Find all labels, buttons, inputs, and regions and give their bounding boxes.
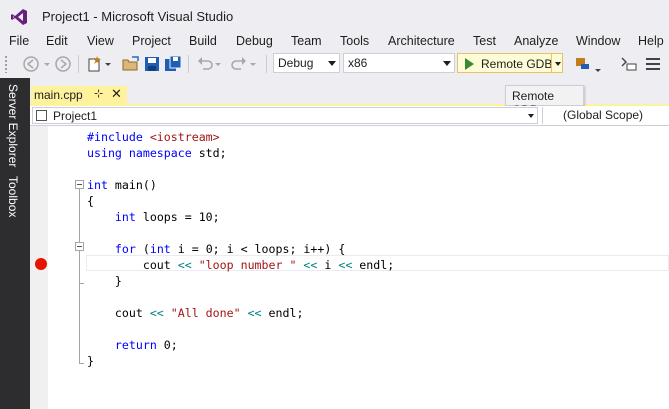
play-icon — [465, 58, 474, 70]
navigation-bar: Project1 (Global Scope) — [30, 106, 669, 126]
forward-icon[interactable] — [54, 55, 72, 73]
collapse-icon[interactable] — [75, 180, 84, 189]
menu-file[interactable]: File — [9, 32, 29, 50]
menu-edit[interactable]: Edit — [46, 32, 68, 50]
platform-value: x86 — [348, 56, 368, 70]
menu-architecture[interactable]: Architecture — [388, 32, 455, 50]
toolbox-tab[interactable]: Toolbox — [6, 176, 20, 217]
chevron-down-icon — [328, 61, 336, 66]
tooltip: Remote GDB — [505, 85, 584, 117]
menu-analyze[interactable]: Analyze — [514, 32, 558, 50]
side-tool-strip: Server Explorer Toolbox — [0, 78, 30, 409]
undo-dropdown-icon[interactable] — [214, 55, 222, 73]
open-folder-icon[interactable] — [122, 55, 140, 73]
menu-help[interactable]: Help — [638, 32, 664, 50]
fold-guide — [79, 189, 80, 363]
breakpoint-icon[interactable] — [35, 258, 47, 270]
menu-debug[interactable]: Debug — [236, 32, 273, 50]
menu-test[interactable]: Test — [473, 32, 496, 50]
code-line[interactable]: } — [87, 273, 122, 289]
save-icon[interactable] — [143, 55, 161, 73]
toolbar-grip[interactable] — [4, 55, 8, 73]
chevron-down-icon[interactable] — [555, 62, 561, 66]
menu-bar: File Edit View Project Build Debug Team … — [0, 32, 669, 50]
code-line[interactable]: { — [87, 193, 94, 209]
menu-team[interactable]: Team — [291, 32, 322, 50]
toolbar-separator — [266, 55, 267, 73]
remote-gdb-label: Remote GDB — [481, 57, 553, 71]
find-icon[interactable] — [574, 55, 592, 73]
undo-icon[interactable] — [196, 55, 214, 73]
new-project-icon[interactable] — [86, 55, 104, 73]
code-line[interactable]: #include <iostream> — [87, 129, 220, 145]
solution-explorer-icon[interactable] — [620, 55, 638, 73]
server-explorer-tab[interactable]: Server Explorer — [6, 84, 20, 167]
redo-dropdown-icon[interactable] — [249, 55, 257, 73]
chevron-down-icon — [528, 114, 534, 118]
split-divider — [551, 54, 552, 72]
code-line[interactable]: int main() — [87, 177, 157, 193]
menu-window[interactable]: Window — [576, 32, 620, 50]
configuration-value: Debug — [278, 56, 314, 70]
code-line[interactable]: for (int i = 0; i < loops; i++) { — [87, 241, 345, 257]
menu-build[interactable]: Build — [189, 32, 217, 50]
project-value: Project1 — [53, 109, 98, 123]
back-icon[interactable] — [22, 55, 40, 73]
code-line[interactable]: using namespace std; — [87, 145, 227, 161]
collapse-icon[interactable] — [75, 242, 84, 251]
new-project-dropdown-icon[interactable] — [104, 55, 112, 73]
window-title: Project1 - Microsoft Visual Studio — [42, 9, 234, 24]
redo-icon[interactable] — [230, 55, 248, 73]
code-line[interactable]: return 0; — [87, 337, 178, 353]
menu-view[interactable]: View — [87, 32, 114, 50]
menu-tools[interactable]: Tools — [340, 32, 369, 50]
fold-guide-end — [79, 363, 84, 364]
project-icon — [36, 110, 47, 121]
code-line[interactable]: cout << "All done" << endl; — [87, 305, 304, 321]
scope-value: (Global Scope) — [563, 108, 644, 122]
configuration-dropdown[interactable]: Debug — [273, 53, 340, 73]
close-icon[interactable]: ✕ — [111, 86, 122, 102]
code-line[interactable]: cout << "loop number " << i << endl; — [87, 257, 394, 273]
title-bar: Project1 - Microsoft Visual Studio — [0, 0, 669, 32]
tab-label: main.cpp — [34, 88, 83, 102]
fold-guide-end — [79, 283, 84, 284]
toolbox-menu-icon[interactable] — [644, 55, 662, 73]
save-all-icon[interactable] — [164, 55, 182, 73]
toolbar-separator — [188, 55, 189, 73]
vs-logo-icon — [11, 9, 27, 25]
code-editor[interactable]: #include <iostream> using namespace std; i… — [30, 126, 669, 409]
code-line[interactable]: } — [87, 353, 94, 369]
code-line[interactable]: int loops = 10; — [87, 209, 220, 225]
find-dropdown-icon[interactable] — [594, 55, 602, 73]
standard-toolbar: Debug x86 Remote GDB — [0, 50, 669, 78]
platform-dropdown[interactable]: x86 — [343, 53, 455, 73]
chevron-down-icon — [443, 61, 451, 66]
pin-icon[interactable]: ⊹ — [94, 87, 103, 100]
tab-main-cpp[interactable]: main.cpp ⊹ ✕ — [31, 86, 127, 104]
back-dropdown-icon[interactable] — [42, 55, 52, 73]
scope-dropdown[interactable]: (Global Scope) — [542, 107, 669, 124]
menu-project[interactable]: Project — [132, 32, 171, 50]
project-dropdown[interactable]: Project1 — [32, 107, 538, 124]
toolbar-separator — [78, 55, 79, 73]
remote-gdb-button[interactable]: Remote GDB — [457, 53, 563, 73]
